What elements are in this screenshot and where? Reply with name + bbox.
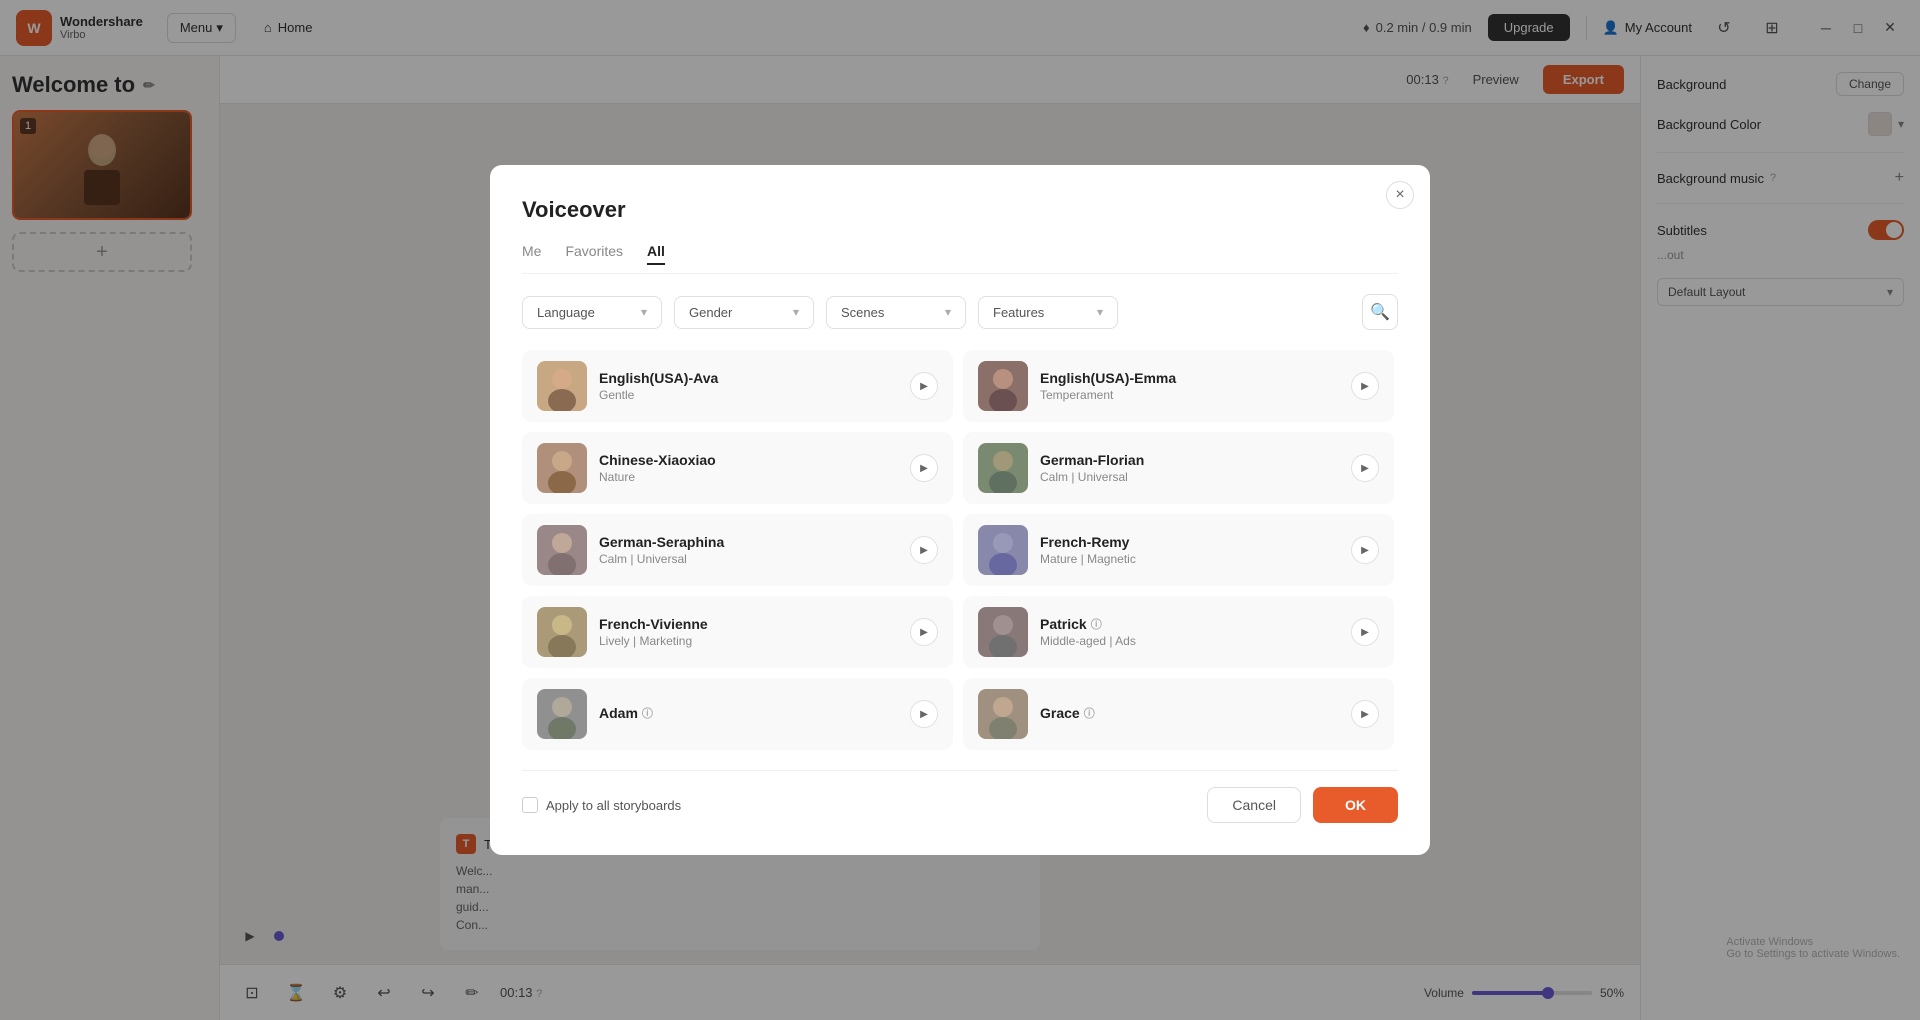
voice-play-9[interactable]: ▶ xyxy=(910,700,938,728)
voice-desc-7: Lively | Marketing xyxy=(599,634,898,648)
voice-card-4[interactable]: German-Florian Calm | Universal ▶ xyxy=(963,432,1394,504)
voice-play-4[interactable]: ▶ xyxy=(1351,454,1379,482)
voice-desc-1: Gentle xyxy=(599,388,898,402)
voiceover-modal: Voiceover × Me Favorites All Language ▾ … xyxy=(490,165,1430,855)
voice-info-10: Grace ⓘ xyxy=(1040,705,1339,723)
language-chevron: ▾ xyxy=(641,305,647,319)
gender-filter[interactable]: Gender ▾ xyxy=(674,296,814,329)
voice-info-2: English(USA)-Emma Temperament xyxy=(1040,370,1339,402)
info-icon-10: ⓘ xyxy=(1084,705,1095,721)
modal-close-button[interactable]: × xyxy=(1386,181,1414,209)
voice-card-9[interactable]: Adam ⓘ ▶ xyxy=(522,678,953,750)
voice-info-1: English(USA)-Ava Gentle xyxy=(599,370,898,402)
voice-card-3[interactable]: Chinese-Xiaoxiao Nature ▶ xyxy=(522,432,953,504)
voice-desc-2: Temperament xyxy=(1040,388,1339,402)
voice-avatar-4 xyxy=(978,443,1028,493)
voice-name-1: English(USA)-Ava xyxy=(599,370,898,386)
ok-button[interactable]: OK xyxy=(1313,787,1398,823)
voice-avatar-1 xyxy=(537,361,587,411)
features-chevron: ▾ xyxy=(1097,305,1103,319)
modal-footer: Apply to all storyboards Cancel OK xyxy=(522,770,1398,823)
apply-checkbox-row: Apply to all storyboards xyxy=(522,797,681,813)
voices-grid: English(USA)-Ava Gentle ▶ English(USA)-E… xyxy=(522,350,1398,750)
modal-overlay: Voiceover × Me Favorites All Language ▾ … xyxy=(0,0,1920,1020)
voice-play-8[interactable]: ▶ xyxy=(1351,618,1379,646)
footer-buttons: Cancel OK xyxy=(1207,787,1398,823)
voice-avatar-5 xyxy=(537,525,587,575)
voice-avatar-10 xyxy=(978,689,1028,739)
apply-all-checkbox[interactable] xyxy=(522,797,538,813)
voice-play-10[interactable]: ▶ xyxy=(1351,700,1379,728)
tab-me[interactable]: Me xyxy=(522,243,541,265)
voice-card-10[interactable]: Grace ⓘ ▶ xyxy=(963,678,1394,750)
voice-info-4: German-Florian Calm | Universal xyxy=(1040,452,1339,484)
voice-avatar-2 xyxy=(978,361,1028,411)
voice-card-6[interactable]: French-Remy Mature | Magnetic ▶ xyxy=(963,514,1394,586)
filters-row: Language ▾ Gender ▾ Scenes ▾ Features ▾ … xyxy=(522,294,1398,330)
modal-title: Voiceover xyxy=(522,197,1398,223)
voice-play-3[interactable]: ▶ xyxy=(910,454,938,482)
scenes-filter[interactable]: Scenes ▾ xyxy=(826,296,966,329)
voice-desc-4: Calm | Universal xyxy=(1040,470,1339,484)
voice-info-5: German-Seraphina Calm | Universal xyxy=(599,534,898,566)
voice-desc-5: Calm | Universal xyxy=(599,552,898,566)
voice-name-8: Patrick ⓘ xyxy=(1040,616,1339,632)
voice-name-6: French-Remy xyxy=(1040,534,1339,550)
search-icon: 🔍 xyxy=(1370,302,1390,322)
language-filter[interactable]: Language ▾ xyxy=(522,296,662,329)
voice-name-7: French-Vivienne xyxy=(599,616,898,632)
voice-info-6: French-Remy Mature | Magnetic xyxy=(1040,534,1339,566)
voice-name-4: German-Florian xyxy=(1040,452,1339,468)
voice-info-7: French-Vivienne Lively | Marketing xyxy=(599,616,898,648)
voice-avatar-6 xyxy=(978,525,1028,575)
apply-label: Apply to all storyboards xyxy=(546,798,681,813)
voice-avatar-8 xyxy=(978,607,1028,657)
modal-tabs: Me Favorites All xyxy=(522,243,1398,274)
tab-all[interactable]: All xyxy=(647,243,665,265)
voice-play-1[interactable]: ▶ xyxy=(910,372,938,400)
voice-info-9: Adam ⓘ xyxy=(599,705,898,723)
voice-desc-6: Mature | Magnetic xyxy=(1040,552,1339,566)
voice-card-7[interactable]: French-Vivienne Lively | Marketing ▶ xyxy=(522,596,953,668)
voice-name-2: English(USA)-Emma xyxy=(1040,370,1339,386)
info-icon-8: ⓘ xyxy=(1091,616,1102,632)
scenes-chevron: ▾ xyxy=(945,305,951,319)
voice-avatar-7 xyxy=(537,607,587,657)
voice-info-3: Chinese-Xiaoxiao Nature xyxy=(599,452,898,484)
voice-card-1[interactable]: English(USA)-Ava Gentle ▶ xyxy=(522,350,953,422)
voice-card-8[interactable]: Patrick ⓘ Middle-aged | Ads ▶ xyxy=(963,596,1394,668)
voice-play-5[interactable]: ▶ xyxy=(910,536,938,564)
info-icon-9: ⓘ xyxy=(642,705,653,721)
voice-desc-3: Nature xyxy=(599,470,898,484)
voice-info-8: Patrick ⓘ Middle-aged | Ads xyxy=(1040,616,1339,648)
cancel-button[interactable]: Cancel xyxy=(1207,787,1301,823)
voice-play-2[interactable]: ▶ xyxy=(1351,372,1379,400)
voice-name-9: Adam ⓘ xyxy=(599,705,898,721)
tab-favorites[interactable]: Favorites xyxy=(565,243,623,265)
voice-play-6[interactable]: ▶ xyxy=(1351,536,1379,564)
voice-name-10: Grace ⓘ xyxy=(1040,705,1339,721)
voice-avatar-3 xyxy=(537,443,587,493)
search-button[interactable]: 🔍 xyxy=(1362,294,1398,330)
voice-play-7[interactable]: ▶ xyxy=(910,618,938,646)
voice-desc-8: Middle-aged | Ads xyxy=(1040,634,1339,648)
voice-name-3: Chinese-Xiaoxiao xyxy=(599,452,898,468)
voice-card-5[interactable]: German-Seraphina Calm | Universal ▶ xyxy=(522,514,953,586)
features-filter[interactable]: Features ▾ xyxy=(978,296,1118,329)
voice-name-5: German-Seraphina xyxy=(599,534,898,550)
gender-chevron: ▾ xyxy=(793,305,799,319)
voice-card-2[interactable]: English(USA)-Emma Temperament ▶ xyxy=(963,350,1394,422)
voice-avatar-9 xyxy=(537,689,587,739)
